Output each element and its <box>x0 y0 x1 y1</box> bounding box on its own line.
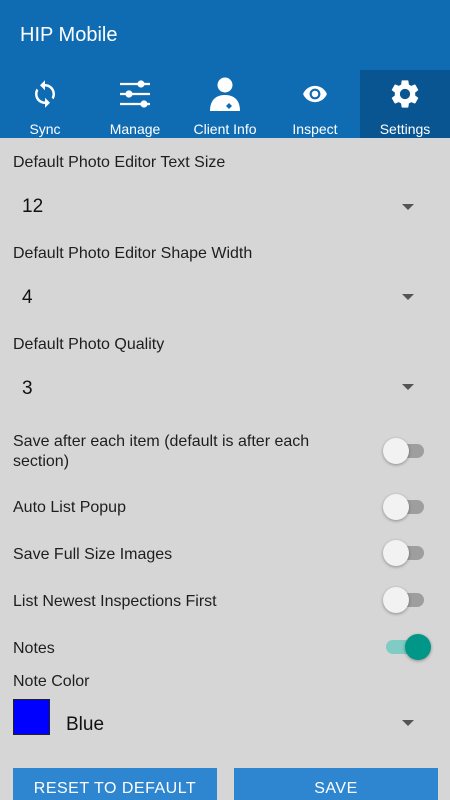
chevron-down-icon <box>402 294 414 300</box>
chevron-down-icon <box>402 384 414 390</box>
note-color-select[interactable]: Blue <box>0 698 450 742</box>
settings-panel: Default Photo Editor Text Size 12 Defaul… <box>0 138 450 800</box>
toggle-label: Notes <box>13 640 55 657</box>
toggle-label: Save Full Size Images <box>13 546 173 563</box>
client-icon <box>180 76 270 112</box>
sliders-icon <box>90 76 180 112</box>
tab-client-info[interactable]: Client Info <box>180 70 270 138</box>
gear-icon <box>360 76 450 112</box>
save-full-size-switch[interactable] <box>383 540 424 566</box>
tab-label: Sync <box>29 121 61 137</box>
toggle-label: Auto List Popup <box>13 499 126 516</box>
note-color-label: Note Color <box>13 673 90 690</box>
newest-first-switch[interactable] <box>383 587 424 613</box>
notes-switch[interactable] <box>386 634 431 660</box>
reset-to-default-button[interactable]: RESET TO DEFAULT <box>13 768 217 800</box>
app-bar: HIP Mobile <box>0 0 450 70</box>
chevron-down-icon <box>402 204 414 210</box>
note-color-value: Blue <box>66 714 105 735</box>
eye-icon <box>270 76 360 112</box>
chevron-down-icon <box>402 720 414 726</box>
tab-settings[interactable]: Settings <box>360 70 450 138</box>
tab-label: Inspect <box>292 121 338 137</box>
tab-label: Settings <box>379 121 431 137</box>
tab-sync[interactable]: Sync <box>0 70 90 138</box>
sync-icon <box>0 76 90 112</box>
shape-width-label: Default Photo Editor Shape Width <box>13 245 253 262</box>
save-button[interactable]: SAVE <box>234 768 438 800</box>
shape-width-select[interactable]: 4 <box>0 275 450 319</box>
text-size-value: 12 <box>22 196 44 217</box>
tab-manage[interactable]: Manage <box>90 70 180 138</box>
toggle-label: List Newest Inspections First <box>13 593 217 610</box>
photo-quality-select[interactable]: 3 <box>0 366 450 410</box>
photo-quality-label: Default Photo Quality <box>13 336 165 353</box>
tab-label: Manage <box>109 121 161 137</box>
auto-list-popup-switch[interactable] <box>383 494 424 520</box>
tab-inspect[interactable]: Inspect <box>270 70 360 138</box>
text-size-select[interactable]: 12 <box>0 184 450 228</box>
app-title: HIP Mobile <box>20 24 118 46</box>
tab-bar: Sync Manage Client Info Inspect Settings <box>0 70 450 138</box>
text-size-label: Default Photo Editor Text Size <box>13 154 226 171</box>
color-swatch <box>13 699 50 735</box>
save-after-item-switch[interactable] <box>383 438 424 464</box>
tab-label: Client Info <box>193 121 257 137</box>
photo-quality-value: 3 <box>22 378 33 399</box>
shape-width-value: 4 <box>22 287 33 308</box>
toggle-label: Save after each item (default is after e… <box>13 433 310 470</box>
